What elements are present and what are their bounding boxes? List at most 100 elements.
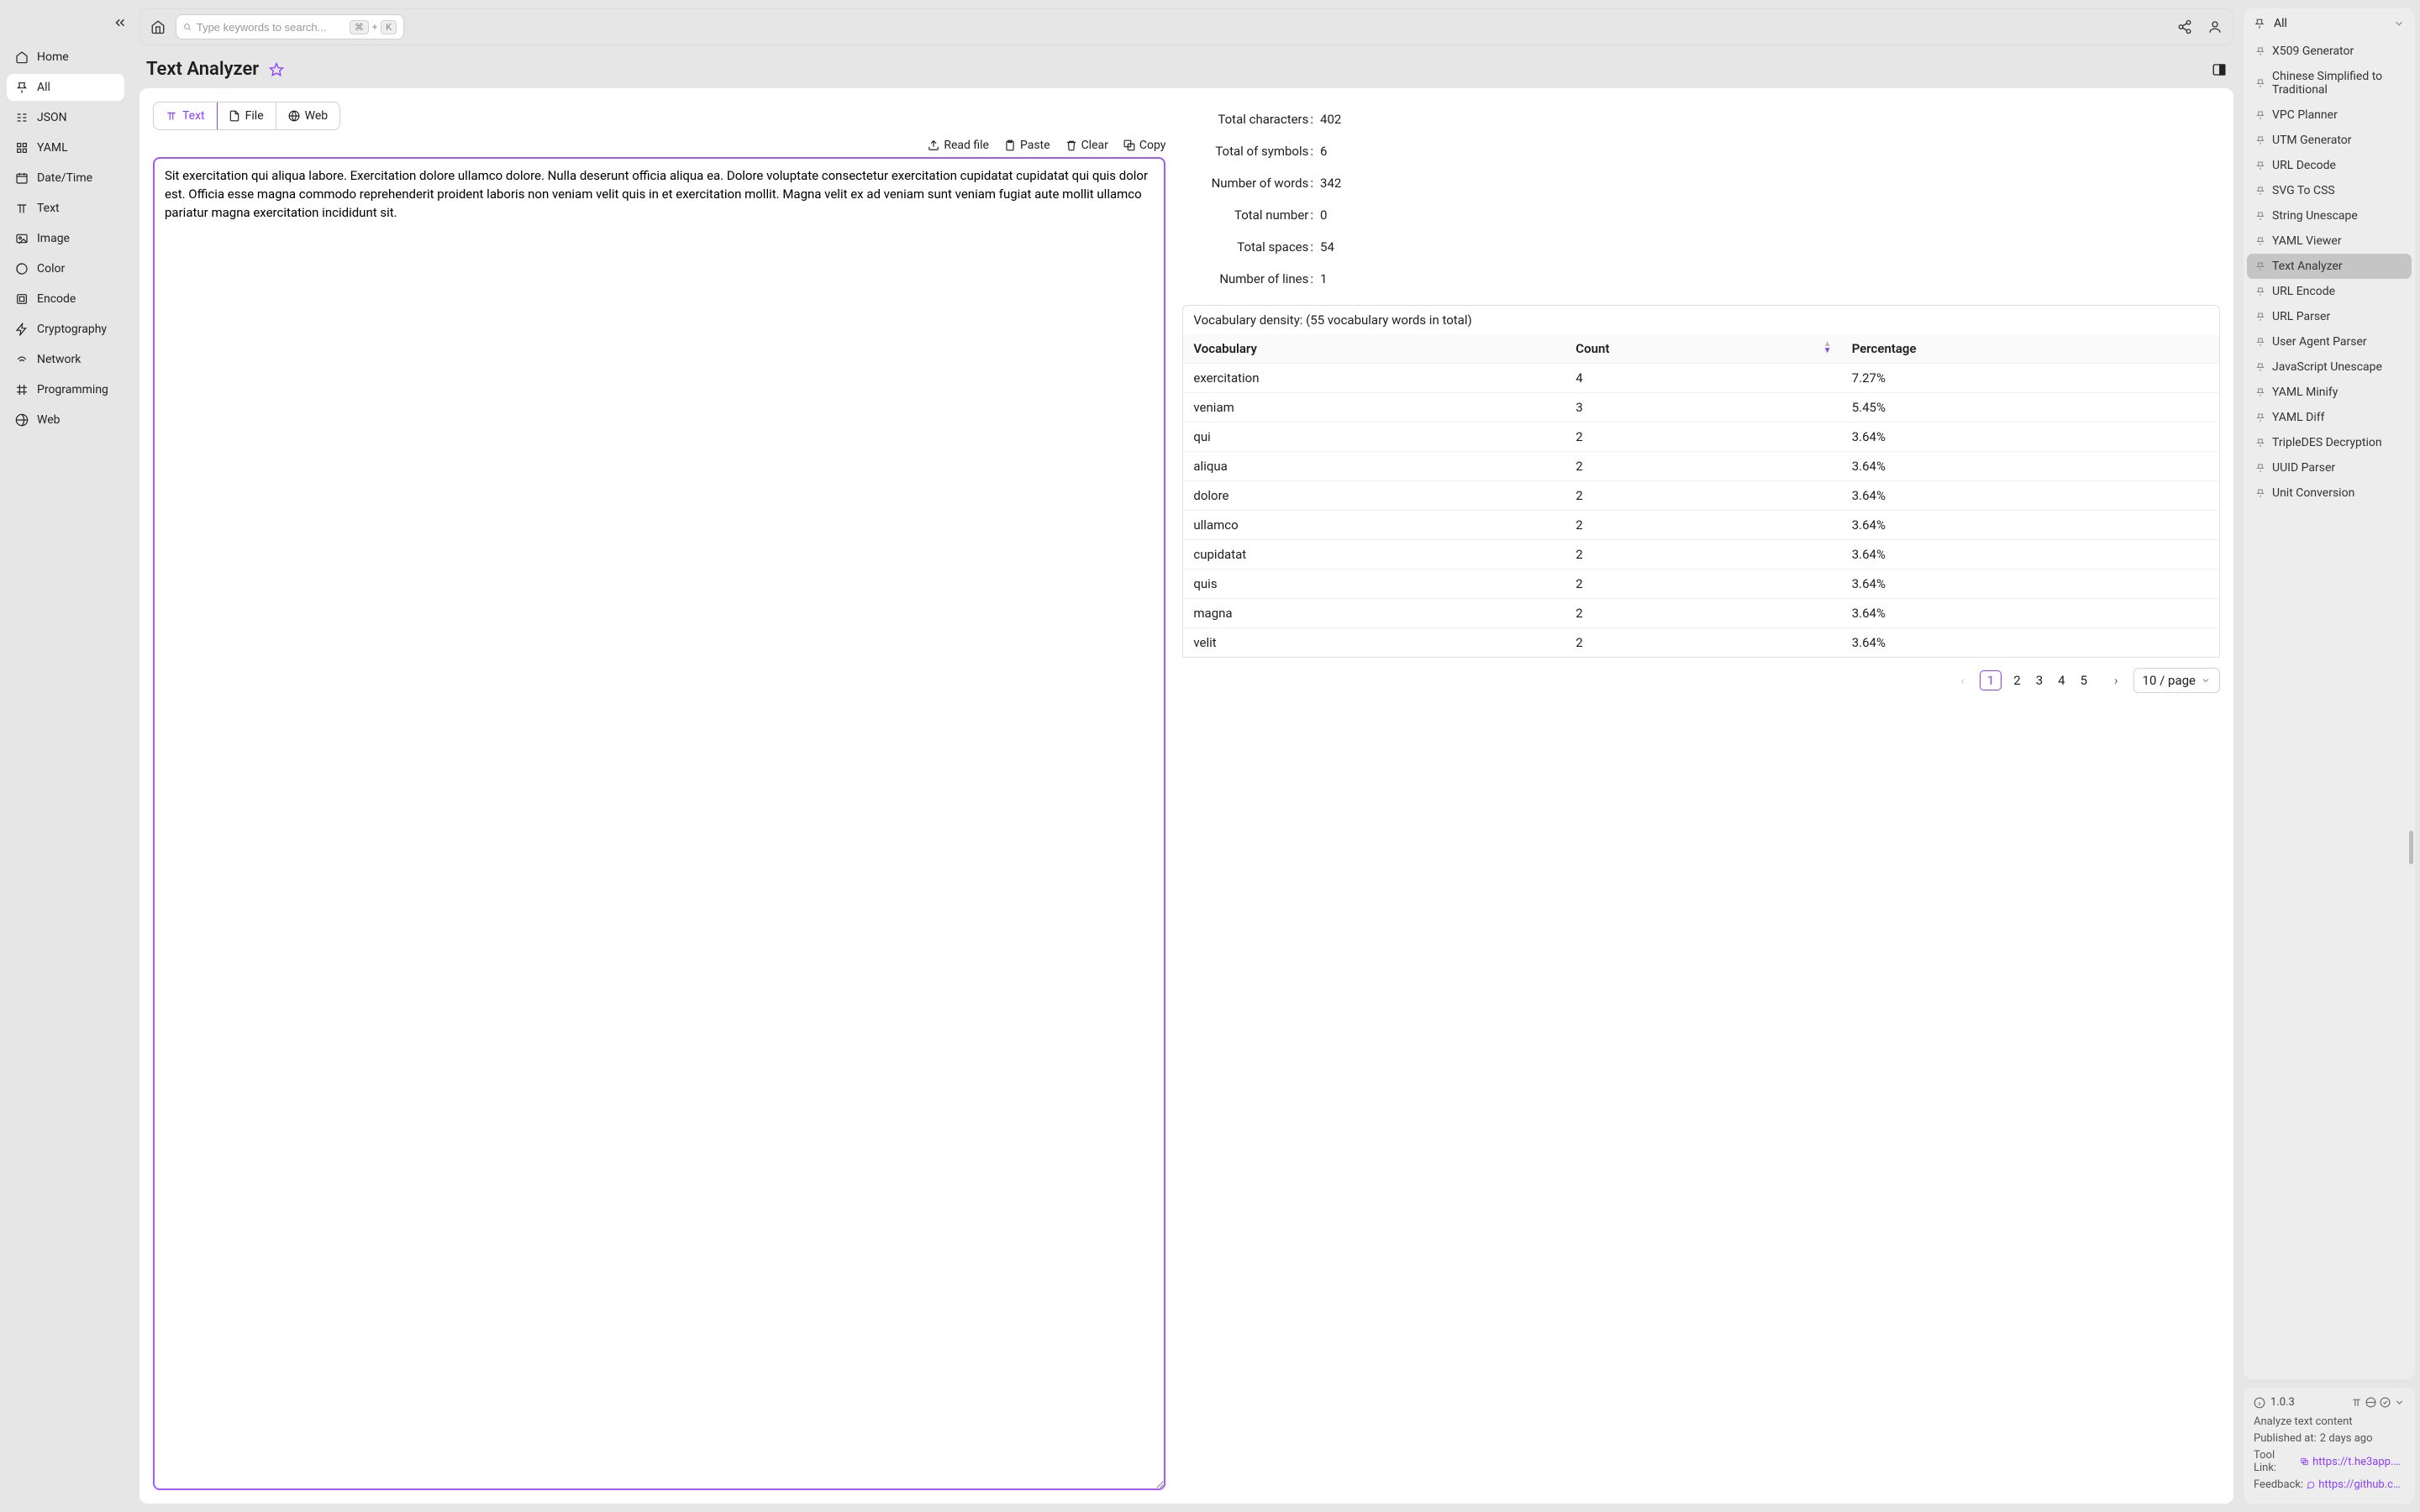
tool-item[interactable]: TripleDES Decryption bbox=[2247, 430, 2412, 455]
message-icon[interactable] bbox=[2307, 1480, 2315, 1490]
chevron-down-icon bbox=[2393, 18, 2405, 29]
copy-link-icon[interactable] bbox=[2300, 1457, 2309, 1467]
tool-item[interactable]: User Agent Parser bbox=[2247, 329, 2412, 354]
tool-item[interactable]: String Unescape bbox=[2247, 203, 2412, 228]
nav-item-json[interactable]: JSON bbox=[7, 104, 124, 131]
table-row: qui23.64% bbox=[1183, 423, 2220, 452]
tab-file[interactable]: File bbox=[217, 102, 276, 129]
next-page-button[interactable]: › bbox=[2109, 671, 2123, 690]
cell-count: 3 bbox=[1565, 393, 1841, 423]
table-row: exercitation47.27% bbox=[1183, 364, 2220, 393]
table-row: aliqua23.64% bbox=[1183, 452, 2220, 481]
tool-item[interactable]: VPC Planner bbox=[2247, 102, 2412, 128]
copy-button[interactable]: Copy bbox=[1123, 139, 1166, 152]
tool-item[interactable]: URL Encode bbox=[2247, 279, 2412, 304]
tool-item[interactable]: Text Analyzer bbox=[2247, 254, 2412, 279]
prev-page-button[interactable]: ‹ bbox=[1955, 671, 1970, 690]
nav-icon bbox=[15, 81, 29, 94]
nav-item-network[interactable]: Network bbox=[7, 346, 124, 373]
pin-icon bbox=[2255, 46, 2265, 56]
page-number[interactable]: 2 bbox=[2010, 671, 2023, 690]
stat-label: Total spaces bbox=[1182, 239, 1308, 255]
nav-item-encode[interactable]: Encode bbox=[7, 286, 124, 312]
collapse-sidebar-button[interactable] bbox=[113, 15, 128, 30]
published-row: Published at: 2 days ago bbox=[2254, 1432, 2405, 1445]
page-number[interactable]: 1 bbox=[1980, 670, 2002, 690]
filter-all[interactable]: All bbox=[2244, 8, 2415, 39]
cell-count: 2 bbox=[1565, 423, 1841, 452]
tool-link[interactable]: https://t.he3app.co… bbox=[2312, 1456, 2405, 1468]
tool-item[interactable]: YAML Minify bbox=[2247, 380, 2412, 405]
nav-item-home[interactable]: Home bbox=[7, 44, 124, 71]
tool-item[interactable]: X509 Generator bbox=[2247, 39, 2412, 64]
tool-item[interactable]: YAML Viewer bbox=[2247, 228, 2412, 254]
nav-item-date-time[interactable]: Date/Time bbox=[7, 165, 124, 192]
page-number[interactable]: 3 bbox=[2033, 671, 2046, 690]
nav-item-image[interactable]: Image bbox=[7, 225, 124, 252]
nav-item-color[interactable]: Color bbox=[7, 255, 124, 282]
tool-item-label: URL Encode bbox=[2272, 285, 2335, 298]
home-icon[interactable] bbox=[150, 19, 166, 34]
nav-item-yaml[interactable]: YAML bbox=[7, 134, 124, 161]
tool-item[interactable]: UUID Parser bbox=[2247, 455, 2412, 480]
globe-icon bbox=[288, 110, 300, 122]
nav-icon bbox=[15, 292, 29, 306]
tool-item[interactable]: YAML Diff bbox=[2247, 405, 2412, 430]
tool-item[interactable]: SVG To CSS bbox=[2247, 178, 2412, 203]
cell-vocab: quis bbox=[1183, 570, 1565, 599]
stat-value: 54 bbox=[1320, 239, 1334, 255]
page-number[interactable]: 4 bbox=[2054, 671, 2068, 690]
cell-vocab: dolore bbox=[1183, 481, 1565, 511]
clear-button[interactable]: Clear bbox=[1065, 139, 1108, 152]
paste-button[interactable]: Paste bbox=[1004, 139, 1050, 152]
cell-percentage: 3.64% bbox=[1842, 511, 2220, 540]
col-count[interactable]: Count ▲▼ bbox=[1565, 334, 1841, 364]
stat-row: Total number:0 bbox=[1182, 199, 2220, 231]
cell-count: 2 bbox=[1565, 628, 1841, 658]
pin-icon bbox=[2254, 18, 2265, 29]
scrollbar-thumb[interactable] bbox=[2409, 831, 2413, 864]
search-input[interactable] bbox=[197, 21, 345, 34]
tool-item[interactable]: Chinese Simplified to Traditional bbox=[2247, 64, 2412, 102]
text-input[interactable] bbox=[153, 157, 1165, 1490]
pin-icon bbox=[2255, 362, 2265, 372]
pin-icon bbox=[2255, 488, 2265, 498]
tab-web[interactable]: Web bbox=[276, 102, 340, 129]
col-percentage[interactable]: Percentage bbox=[1842, 334, 2220, 364]
pin-icon bbox=[2255, 312, 2265, 322]
nav-item-all[interactable]: All bbox=[7, 74, 124, 101]
stat-row: Total of symbols:6 bbox=[1182, 135, 2220, 167]
nav-item-programming[interactable]: Programming bbox=[7, 376, 124, 403]
cell-vocab: qui bbox=[1183, 423, 1565, 452]
info-icon bbox=[2254, 1397, 2265, 1409]
table-row: velit23.64% bbox=[1183, 628, 2220, 658]
nav-item-text[interactable]: Text bbox=[7, 195, 124, 222]
nav-label: Text bbox=[37, 202, 60, 215]
tool-item-label: TripleDES Decryption bbox=[2272, 436, 2382, 449]
nav-item-web[interactable]: Web bbox=[7, 407, 124, 433]
user-icon[interactable] bbox=[2207, 19, 2223, 34]
favorite-button[interactable] bbox=[269, 62, 284, 77]
tool-item[interactable]: JavaScript Unescape bbox=[2247, 354, 2412, 380]
nav-item-cryptography[interactable]: Cryptography bbox=[7, 316, 124, 343]
read-file-button[interactable]: Read file bbox=[928, 139, 989, 152]
share-icon[interactable] bbox=[2177, 19, 2192, 34]
stat-label: Total number bbox=[1182, 207, 1308, 223]
col-vocabulary[interactable]: Vocabulary bbox=[1183, 334, 1565, 364]
page-number[interactable]: 5 bbox=[2077, 671, 2091, 690]
tab-text[interactable]: Text bbox=[153, 102, 218, 130]
page-size-select[interactable]: 10 / page bbox=[2133, 668, 2220, 693]
stat-label: Total characters bbox=[1182, 112, 1308, 127]
tool-item[interactable]: URL Parser bbox=[2247, 304, 2412, 329]
tool-item[interactable]: URL Decode bbox=[2247, 153, 2412, 178]
cell-percentage: 3.64% bbox=[1842, 423, 2220, 452]
feedback-link[interactable]: https://github.com/… bbox=[2318, 1478, 2405, 1491]
tool-item[interactable]: Unit Conversion bbox=[2247, 480, 2412, 506]
input-tabs: Text File Web bbox=[153, 102, 340, 130]
chevron-down-icon[interactable] bbox=[2394, 1397, 2405, 1408]
panel-toggle-icon[interactable] bbox=[2212, 62, 2227, 77]
feedback-row: Feedback: https://github.com/… bbox=[2254, 1478, 2405, 1491]
search-box[interactable]: ⌘ + K bbox=[176, 14, 404, 39]
tool-item[interactable]: UTM Generator bbox=[2247, 128, 2412, 153]
main: ⌘ + K Text Analyzer bbox=[131, 0, 2242, 1512]
